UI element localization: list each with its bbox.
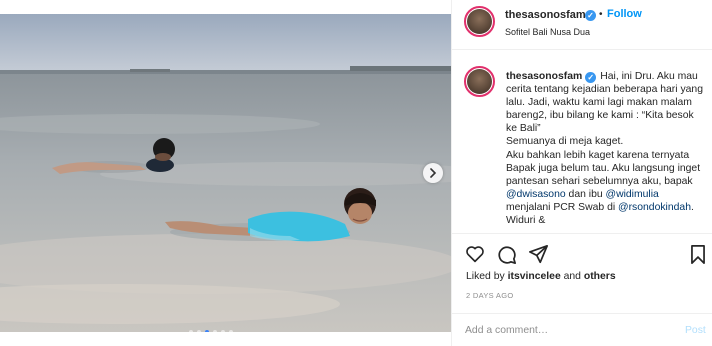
- avatar[interactable]: [467, 9, 492, 34]
- caption-text: menjalani PCR Swab di: [506, 201, 619, 213]
- post-sidebar: thesasonosfam ✓ • Follow Sofitel Bali Nu…: [451, 0, 712, 346]
- post-comment-button[interactable]: Post: [685, 325, 706, 336]
- carousel-dot: [213, 330, 217, 332]
- comment-icon: [498, 246, 516, 264]
- comment-bar: Post: [452, 313, 712, 346]
- post-photo[interactable]: [0, 14, 451, 332]
- caption-username[interactable]: thesasonosfam: [506, 71, 582, 82]
- others-link[interactable]: others: [584, 271, 616, 282]
- carousel-dots: [189, 330, 233, 332]
- post-timestamp[interactable]: 2 DAYS AGO: [466, 291, 513, 300]
- chevron-right-icon: [430, 168, 437, 178]
- carousel-dot-active: [205, 330, 209, 332]
- mention-link[interactable]: @widimulia: [606, 189, 659, 200]
- verified-badge-icon: ✓: [585, 10, 596, 21]
- likes-summary: Liked by itsvincelee and others: [466, 271, 616, 282]
- caption-text: dan ibu: [565, 188, 606, 200]
- carousel-dot: [229, 330, 233, 332]
- mention-link[interactable]: @rsondokindah: [618, 202, 691, 213]
- separator-dot: •: [599, 9, 603, 20]
- caption-avatar[interactable]: [467, 69, 492, 94]
- comment-button[interactable]: [497, 245, 516, 269]
- mention-link[interactable]: @dwisasono: [506, 189, 566, 200]
- caption-text: Aku bahkan lebih kaget karena ternyata B…: [506, 149, 701, 187]
- caption-scroll-area[interactable]: thesasonosfam ✓ Hai, ini Dru. Aku mau ceri…: [452, 51, 712, 233]
- carousel-dot: [189, 330, 193, 332]
- beach-photo: [0, 14, 451, 332]
- carousel-dot: [197, 330, 201, 332]
- instagram-post: thesasonosfam ✓ • Follow Sofitel Bali Nu…: [0, 0, 712, 346]
- heart-icon: [466, 246, 484, 263]
- carousel-dot: [221, 330, 225, 332]
- share-button[interactable]: [529, 245, 548, 269]
- save-button[interactable]: [690, 245, 706, 269]
- share-icon: [529, 245, 548, 264]
- bookmark-icon: [691, 245, 705, 264]
- header-username[interactable]: thesasonosfam: [505, 9, 586, 21]
- post-caption: thesasonosfam ✓ Hai, ini Dru. Aku mau ceri…: [506, 70, 706, 227]
- location-link[interactable]: Sofitel Bali Nusa Dua: [505, 27, 590, 37]
- likes-middle: and: [560, 271, 584, 282]
- liker-username[interactable]: itsvincelee: [508, 271, 561, 282]
- verified-badge-icon: ✓: [585, 72, 597, 83]
- comment-input[interactable]: [465, 325, 665, 336]
- action-bar: [452, 233, 712, 271]
- post-header: thesasonosfam ✓ • Follow Sofitel Bali Nu…: [452, 0, 712, 50]
- like-button[interactable]: [465, 245, 485, 268]
- follow-button[interactable]: Follow: [607, 8, 642, 20]
- caption-text: Semuanya di meja kaget.: [506, 136, 624, 148]
- likes-prefix: Liked by: [466, 271, 508, 282]
- carousel-next-button[interactable]: [423, 163, 443, 183]
